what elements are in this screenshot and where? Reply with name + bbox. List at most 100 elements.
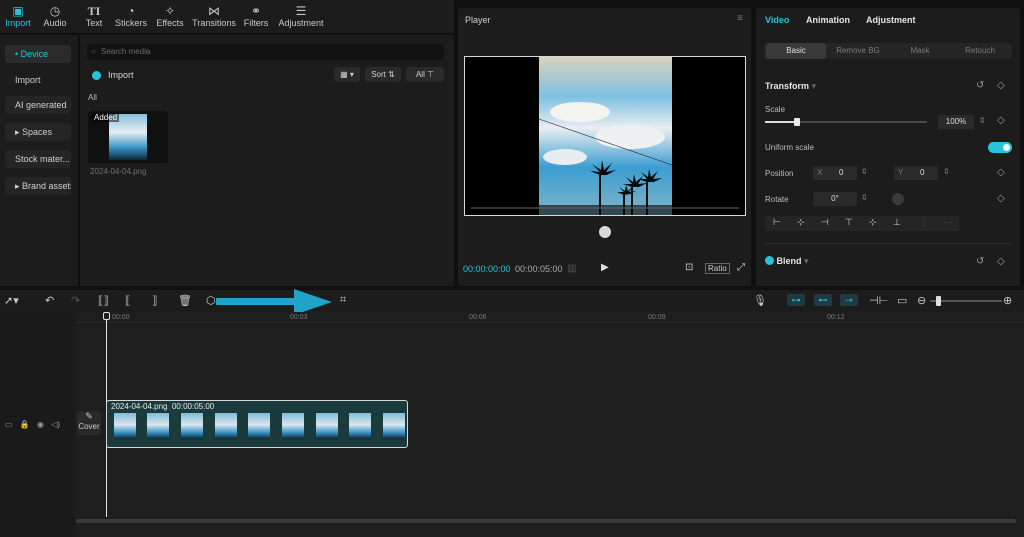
undo-icon[interactable]: ↶ <box>45 294 54 307</box>
sidebar-item-device[interactable]: • Device <box>5 45 71 63</box>
split-right-icon[interactable]: ⟧ <box>152 294 157 307</box>
clip-frame <box>114 413 136 439</box>
uniform-scale-toggle[interactable] <box>988 142 1012 153</box>
sort-button[interactable]: Sort ⇅ <box>365 67 401 82</box>
cover-button[interactable]: ✎ Cover <box>77 411 101 435</box>
redo-icon[interactable]: ↷ <box>71 294 80 307</box>
position-keyframe-icon[interactable]: ◇ <box>997 167 1005 178</box>
rotate-keyframe-icon[interactable]: ◇ <box>997 193 1005 204</box>
tool-text[interactable]: TI Text <box>84 4 104 28</box>
position-y-field[interactable]: Y 0 <box>894 166 938 180</box>
zoom-in-icon[interactable]: ⊕ <box>1003 294 1012 307</box>
tool-adjustment[interactable]: ☰ Adjustment <box>278 4 324 28</box>
main-track-magnet-button[interactable]: ⊶ <box>787 294 805 306</box>
scale-stepper-icon[interactable]: ⇳ <box>979 116 986 125</box>
clip-frame <box>215 413 237 439</box>
search-input[interactable]: ○ Search media <box>87 44 444 60</box>
tool-audio[interactable]: ◷ Audio <box>42 4 68 28</box>
filter-button[interactable]: All ⊤ <box>406 67 444 82</box>
position-y-stepper-icon[interactable]: ⇳ <box>943 167 950 176</box>
import-button[interactable]: Import <box>92 69 162 83</box>
track-thumbnail-icon[interactable]: ▭ <box>5 420 13 429</box>
transform-heading: Transform ▾ <box>765 81 817 91</box>
mute-icon[interactable]: ◁) <box>51 420 60 429</box>
media-section-label: All <box>88 93 97 102</box>
align-center-v-icon[interactable]: ⊹ <box>869 217 877 228</box>
timeline-clip[interactable]: 2024-04-04.png 00:00:05:00 <box>106 400 408 448</box>
scale-slider[interactable] <box>765 118 927 126</box>
split-icon[interactable]: ⟦⟧ <box>98 294 109 307</box>
player-menu-icon[interactable]: ≡ <box>737 13 743 24</box>
crop-icon[interactable]: ⌗ <box>340 294 346 307</box>
select-tool-icon[interactable]: ➚▾ <box>4 294 19 307</box>
zoom-out-icon[interactable]: ⊖ <box>917 294 926 307</box>
align-top-icon[interactable]: ⊤ <box>845 217 853 228</box>
ruler-tick: 00:09 <box>648 314 666 321</box>
ratio-button[interactable]: Ratio <box>705 263 730 274</box>
playhead-handle[interactable] <box>103 312 110 320</box>
blend-reset-icon[interactable]: ↺ <box>976 256 984 267</box>
stickers-icon: ◔ <box>127 4 135 18</box>
distribute-v-icon[interactable]: ⋯ <box>943 217 952 228</box>
split-left-icon[interactable]: ⟦ <box>125 294 130 307</box>
position-x-field[interactable]: X 0 <box>813 166 857 180</box>
fullscreen-icon[interactable]: ⤢ <box>737 262 745 273</box>
captions-icon[interactable]: ▭ <box>897 294 907 307</box>
align-left-icon[interactable]: ⊢ <box>773 217 781 228</box>
timecode-grid-icon[interactable]: ▥ <box>567 263 576 274</box>
rotate-stepper-icon[interactable]: ⇳ <box>861 193 868 202</box>
keyframe-icon[interactable]: ◇ <box>997 80 1005 91</box>
preview-axis-icon[interactable]: ⊣⊢ <box>869 294 888 307</box>
subtab-retouch[interactable]: Retouch <box>950 43 1010 59</box>
scale-keyframe-icon[interactable]: ◇ <box>997 115 1005 126</box>
sidebar-item-stock-materials[interactable]: Stock mater... <box>5 150 71 168</box>
horizontal-scrollbar[interactable] <box>76 519 1016 523</box>
align-bottom-icon[interactable]: ⊥ <box>893 217 901 228</box>
tool-transitions[interactable]: ⋈ Transitions <box>192 4 236 28</box>
tab-video[interactable]: Video <box>765 15 789 25</box>
subtab-mask[interactable]: Mask <box>890 43 950 59</box>
reset-icon[interactable]: ↺ <box>976 80 984 91</box>
auto-snap-button[interactable]: ⊷ <box>814 294 832 306</box>
sidebar-item-spaces[interactable]: ▸ Spaces <box>5 123 71 141</box>
tool-stickers[interactable]: ◔ Stickers <box>115 4 147 28</box>
play-icon[interactable]: ▶ <box>601 262 609 273</box>
snapshot-icon[interactable] <box>599 226 611 238</box>
linkage-button[interactable]: ⊸ <box>840 294 858 306</box>
audio-icon: ◷ <box>49 4 61 18</box>
tool-effects[interactable]: ✧ Effects <box>156 4 184 28</box>
fit-icon[interactable]: ⊡ <box>685 262 693 273</box>
tab-animation[interactable]: Animation <box>806 15 850 25</box>
blend-heading[interactable]: Blend ▾ <box>765 256 809 267</box>
delete-icon[interactable]: 🗑 <box>178 294 192 307</box>
blend-keyframe-icon[interactable]: ◇ <box>997 256 1005 267</box>
sort-icon: ⇅ <box>388 70 395 79</box>
tool-filters[interactable]: ⚭ Filters <box>243 4 269 28</box>
scale-slider-knob[interactable] <box>794 118 801 126</box>
zoom-slider-knob[interactable] <box>936 296 941 306</box>
view-mode-button[interactable]: ▦ ▾ <box>334 67 360 82</box>
visibility-icon[interactable]: ◉ <box>37 420 44 429</box>
adjustment-icon: ☰ <box>295 4 307 18</box>
sidebar-item-ai-generated[interactable]: AI generated <box>5 96 71 114</box>
media-item[interactable]: Added <box>88 111 168 163</box>
tool-import[interactable]: ▣ Import <box>4 4 32 28</box>
distribute-h-icon[interactable]: ⋮ <box>920 217 929 228</box>
video-preview[interactable] <box>464 56 746 216</box>
scale-value-field[interactable]: 100% <box>938 115 974 129</box>
align-center-h-icon[interactable]: ⊹ <box>797 217 805 228</box>
subtab-basic[interactable]: Basic <box>766 43 826 59</box>
lock-icon[interactable]: 🔒 <box>20 420 30 429</box>
current-time: 00:00:00:00 <box>463 264 511 274</box>
align-right-icon[interactable]: ⊣ <box>821 217 829 228</box>
zoom-slider[interactable] <box>930 296 1002 306</box>
filter-icon: ⊤ <box>427 70 435 79</box>
sidebar-item-import[interactable]: Import <box>5 71 71 89</box>
sidebar-item-brand-assets[interactable]: ▸ Brand assets <box>5 177 71 195</box>
position-x-stepper-icon[interactable]: ⇳ <box>861 167 868 176</box>
tab-adjustment[interactable]: Adjustment <box>866 15 916 25</box>
subtab-remove-bg[interactable]: Remove BG <box>828 43 888 59</box>
microphone-icon[interactable]: 🎙 <box>753 294 767 307</box>
rotate-dial-icon[interactable] <box>892 193 904 205</box>
rotate-field[interactable]: 0° <box>813 192 857 206</box>
